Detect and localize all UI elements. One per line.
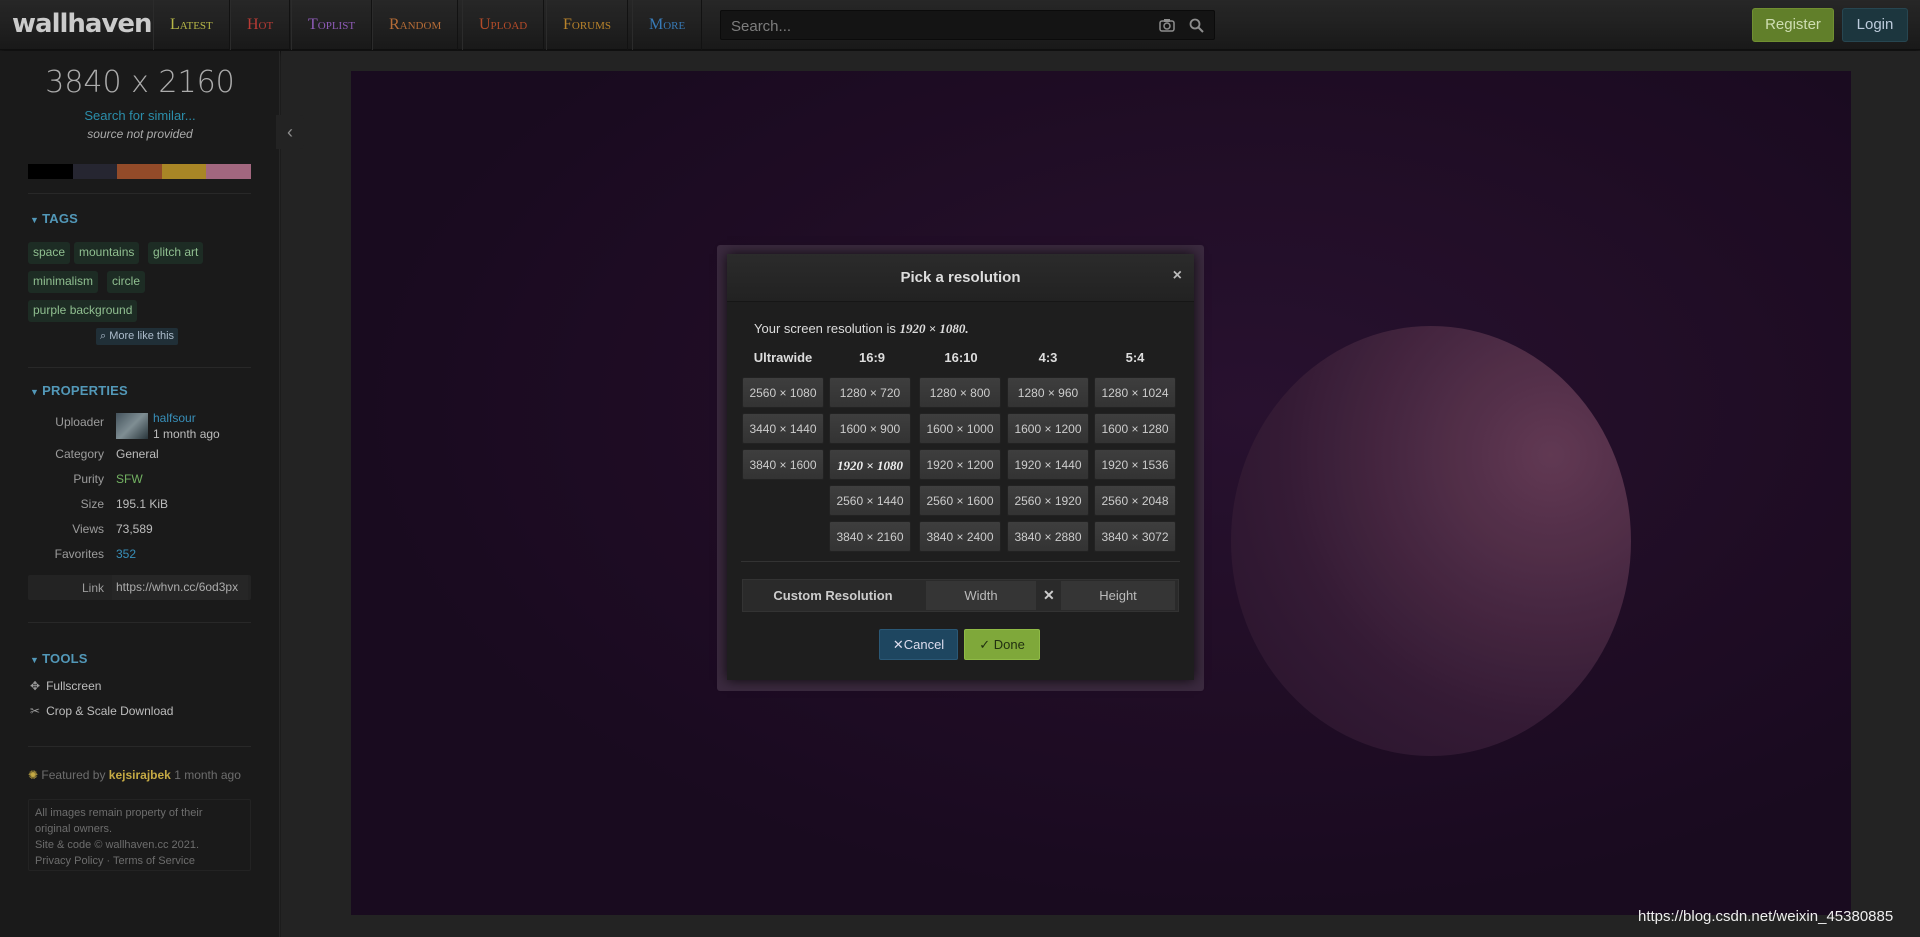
resolution-option[interactable]: 1600 × 1200: [1007, 413, 1089, 444]
resolution-option[interactable]: 1280 × 960: [1007, 377, 1089, 408]
close-icon[interactable]: ×: [1173, 267, 1182, 285]
custom-resolution-label: Custom Resolution: [773, 588, 893, 603]
checkmark-icon: ✓: [979, 637, 991, 652]
done-button[interactable]: ✓ Done: [964, 629, 1040, 660]
resolution-option[interactable]: 1280 × 800: [919, 377, 1001, 408]
resolution-option[interactable]: 2560 × 1080: [742, 377, 824, 408]
column-head-16-10: 16:10: [944, 350, 978, 365]
dialog-title: Pick a resolution: [900, 269, 1021, 286]
resolution-option[interactable]: 3840 × 1600: [742, 449, 824, 480]
column-head-ultrawide: Ultrawide: [753, 350, 813, 365]
dialog-header: Pick a resolution ×: [727, 254, 1194, 302]
resolution-option[interactable]: 2560 × 1600: [919, 485, 1001, 516]
resolution-option[interactable]: 1920 × 1200: [919, 449, 1001, 480]
resolution-option[interactable]: 3840 × 2400: [919, 521, 1001, 552]
custom-height-input[interactable]: [1061, 581, 1175, 610]
screen-resolution-text: Your screen resolution is 1920 × 1080.: [754, 321, 969, 336]
cancel-button[interactable]: ✕Cancel: [879, 629, 958, 660]
resolution-option[interactable]: 1600 × 1280: [1094, 413, 1176, 444]
column-head-5-4: 5:4: [1125, 350, 1145, 365]
divider: [741, 561, 1180, 562]
close-icon: ✕: [892, 637, 904, 652]
resolution-option[interactable]: 1920 × 1536: [1094, 449, 1176, 480]
custom-resolution-row: Custom Resolution ✕: [742, 579, 1179, 612]
resolution-option-current[interactable]: 1920 × 1080: [829, 449, 911, 480]
column-head-4-3: 4:3: [1038, 350, 1058, 365]
resolution-option[interactable]: 1280 × 1024: [1094, 377, 1176, 408]
resolution-option[interactable]: 3440 × 1440: [742, 413, 824, 444]
resolution-option[interactable]: 3840 × 2160: [829, 521, 911, 552]
resolution-option[interactable]: 2560 × 1440: [829, 485, 911, 516]
resolution-option[interactable]: 1920 × 1440: [1007, 449, 1089, 480]
resolution-option[interactable]: 2560 × 2048: [1094, 485, 1176, 516]
resolution-option[interactable]: 3840 × 2880: [1007, 521, 1089, 552]
resolution-option[interactable]: 3840 × 3072: [1094, 521, 1176, 552]
watermark-text: https://blog.csdn.net/weixin_45380885: [1638, 908, 1894, 925]
screen-resolution-value: 1920 × 1080.: [899, 321, 969, 336]
resolution-option[interactable]: 2560 × 1920: [1007, 485, 1089, 516]
column-head-16-9: 16:9: [858, 350, 886, 365]
resolution-option[interactable]: 1600 × 1000: [919, 413, 1001, 444]
resolution-option[interactable]: 1600 × 900: [829, 413, 911, 444]
custom-width-input[interactable]: [926, 581, 1036, 610]
resolution-picker-dialog: Pick a resolution × Your screen resoluti…: [727, 254, 1194, 680]
resolution-option[interactable]: 1280 × 720: [829, 377, 911, 408]
times-icon: ✕: [1043, 587, 1055, 603]
